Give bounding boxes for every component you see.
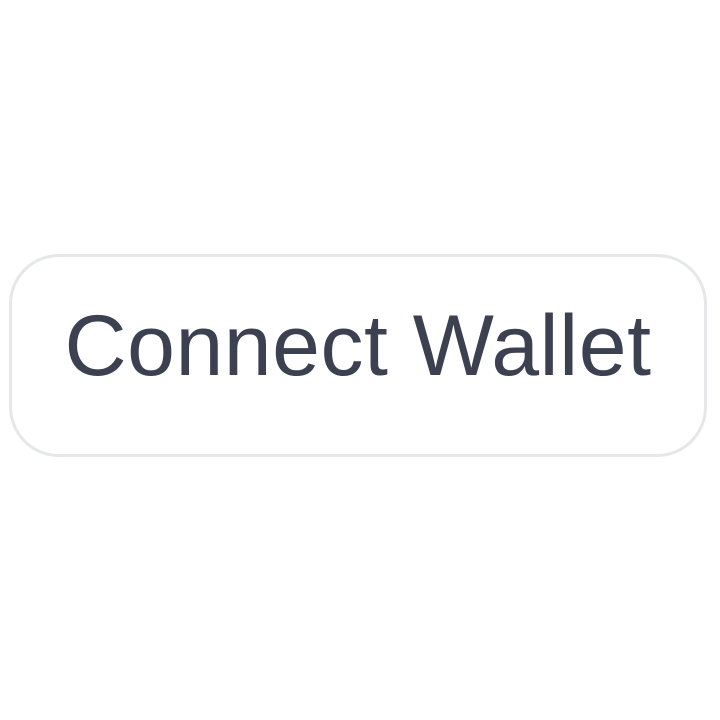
page-canvas: Connect Wallet [0, 0, 720, 720]
connect-wallet-label: Connect Wallet [64, 297, 652, 394]
connect-wallet-button[interactable]: Connect Wallet [9, 254, 707, 457]
